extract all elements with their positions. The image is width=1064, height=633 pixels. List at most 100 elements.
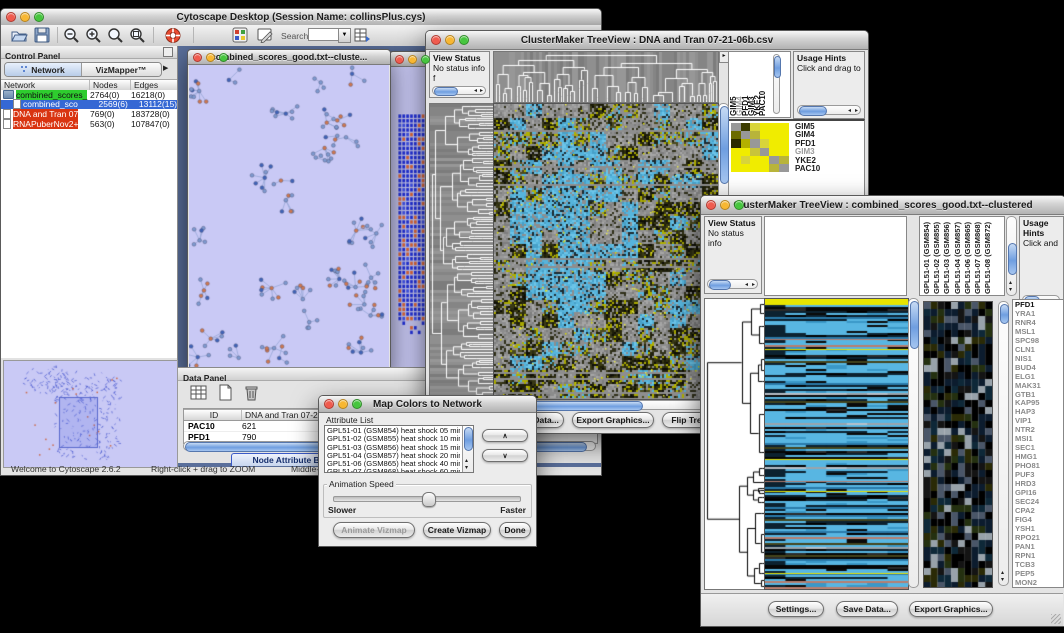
tv1-view-status: View StatusNo status info f ◂▸ (429, 51, 490, 98)
column-label[interactable]: GPL51-04 (GSM857) (953, 219, 963, 294)
minimize-button[interactable] (720, 200, 730, 210)
delete-attribute-trash-icon[interactable] (244, 384, 259, 406)
birdseye-view[interactable] (3, 360, 178, 468)
float-panel-icon[interactable] (163, 47, 173, 57)
tv2-settings-button[interactable]: Settings... (768, 601, 824, 617)
tv2-export-graphics-button[interactable]: Export Graphics... (909, 601, 993, 617)
tv2-sub-scrollbar[interactable]: ▴▾ (998, 301, 1009, 586)
treeview1-titlebar[interactable]: ClusterMaker TreeView : DNA and Tran 07-… (426, 31, 868, 50)
gene-label[interactable]: MON2 (1015, 579, 1041, 588)
zoom-button[interactable] (734, 200, 744, 210)
column-label[interactable]: GPL51-02 (GSM855) (932, 219, 942, 294)
tv2-status-scrollbar[interactable]: ◂▸ (707, 279, 758, 289)
search-dropdown-button[interactable]: ▼ (338, 28, 351, 43)
network-table-row[interactable]: combined_sco2569(6)13112(15) (1, 100, 177, 110)
gene-label[interactable]: PAC10 (795, 165, 820, 173)
minimize-button[interactable] (338, 399, 348, 409)
move-attribute-down-button[interactable]: ∨ (482, 449, 528, 462)
column-label[interactable]: GPL51-01 (GSM854) (922, 219, 932, 294)
tv2-gene-panel: PFD1YRA1RNR4MSL1SPC98CLN1NIS1BUD4ELG1MAK… (1012, 299, 1064, 588)
network-mini-icon (21, 66, 28, 73)
status-hint-zoom: Right-click + drag to ZOOM (151, 464, 255, 474)
dialog-titlebar[interactable]: Map Colors to Network (319, 396, 536, 413)
tv1-column-dendrogram[interactable] (493, 51, 719, 103)
attribute-list-item[interactable]: GPL51-07 (GSM868) heat shock 60 min (327, 468, 460, 473)
network-table-row[interactable]: RNAPuberNov2+563(0)107847(0) (1, 119, 177, 129)
column-label[interactable]: GPL51-07 (GSM868) (973, 219, 983, 294)
tab-network[interactable]: Network (5, 63, 82, 76)
tv2-row-dendrogram[interactable] (704, 298, 766, 590)
folder-icon (3, 90, 14, 99)
animation-speed-slider[interactable] (333, 496, 521, 502)
tab-vizmapper[interactable]: VizMapper™ (82, 63, 160, 76)
zoom-button[interactable] (219, 53, 228, 62)
save-session-icon[interactable] (34, 27, 50, 48)
done-button[interactable]: Done (499, 522, 531, 538)
open-file-icon[interactable] (10, 27, 28, 48)
resize-grip[interactable] (1051, 614, 1061, 624)
network-window-1[interactable]: combined_scores_good.txt--cluste... (187, 49, 391, 375)
minimize-button[interactable] (445, 35, 455, 45)
treeview2-titlebar[interactable]: ClusterMaker TreeView : combined_scores_… (701, 196, 1064, 215)
network-table-row[interactable]: DNA and Tran 07769(0)183728(0) (1, 109, 177, 119)
select-attributes-icon[interactable] (190, 384, 208, 406)
close-button[interactable] (395, 55, 404, 64)
move-attribute-up-button[interactable]: ∧ (482, 429, 528, 442)
window-controls (1, 12, 49, 22)
tv1-selected-submatrix[interactable] (731, 123, 789, 172)
column-label[interactable]: GPL51-03 (GSM856) (942, 219, 952, 294)
slider-thumb[interactable] (422, 492, 436, 507)
col-id[interactable]: ID (184, 410, 242, 420)
tv1-hints-scrollbar[interactable]: ◂▸ (797, 105, 861, 115)
close-button[interactable] (324, 399, 334, 409)
tv2-view-status: View StatusNo status info ◂▸ (704, 216, 762, 294)
import-table-icon[interactable] (354, 27, 371, 48)
tv2-save-data-button[interactable]: Save Data... (836, 601, 898, 617)
attribute-list-scrollbar[interactable]: ▴▾ (462, 426, 473, 472)
zoom-button[interactable] (352, 399, 362, 409)
minimize-button[interactable] (20, 12, 30, 22)
annotation-icon[interactable] (257, 27, 274, 48)
search-label: Search: (281, 31, 311, 41)
tv2-selected-submatrix-heatmap[interactable] (923, 301, 993, 588)
col-edges[interactable]: Edges (131, 80, 177, 90)
tab-overflow-button[interactable]: ▶ (163, 64, 168, 72)
create-vizmap-button[interactable]: Create Vizmap (423, 522, 491, 538)
close-button[interactable] (431, 35, 441, 45)
tv2-collabel-scrollbar[interactable]: ▴▾ (1006, 216, 1017, 296)
vizmapper-palette-icon[interactable] (232, 27, 248, 48)
main-titlebar[interactable]: Cytoscape Desktop (Session Name: collins… (1, 9, 601, 26)
tv2-collabel-panel: GPL51-01 (GSM854)GPL51-02 (GSM855)GPL51-… (919, 216, 1005, 296)
tv2-vscrollbar[interactable] (908, 298, 919, 588)
col-network[interactable]: Network (1, 80, 90, 90)
new-attribute-icon[interactable] (218, 384, 233, 406)
close-button[interactable] (706, 200, 716, 210)
zoom-button[interactable] (34, 12, 44, 22)
animation-speed-label: Animation Speed (327, 479, 396, 489)
minimize-button[interactable] (408, 55, 417, 64)
zoom-button[interactable] (459, 35, 469, 45)
close-button[interactable] (6, 12, 16, 22)
tv1-heatmap[interactable] (493, 103, 719, 400)
col-nodes[interactable]: Nodes (90, 80, 131, 90)
tv1-row-dendrogram[interactable] (429, 103, 495, 400)
network-view-canvas[interactable] (189, 65, 389, 372)
minimize-button[interactable] (206, 53, 215, 62)
slider-faster-label: Faster (500, 505, 526, 515)
tv1-status-scrollbar[interactable]: ◂▸ (432, 86, 486, 95)
network-table-row[interactable]: combined_scores_2764(0)16218(0) (1, 90, 177, 100)
animate-vizmap-button[interactable]: Animate Vizmap (333, 522, 415, 538)
zoom-button[interactable] (421, 55, 430, 64)
close-button[interactable] (193, 53, 202, 62)
control-panel-tabs: Network VizMapper™ (4, 62, 162, 77)
search-input[interactable] (308, 28, 340, 41)
tv2-heatmap[interactable] (764, 298, 909, 590)
column-label[interactable]: GPL51-06 (GSM865) (963, 219, 973, 294)
tv1-gene-list: GIM5GIM4PFD1GIM3YKE2PAC10 (795, 123, 820, 173)
column-label[interactable]: GPL51-08 (GSM872) (983, 219, 993, 294)
attribute-listbox[interactable]: GPL51-01 (GSM854) heat shock 05 minGPL51… (324, 425, 474, 473)
tv1-collabel-scrollbar[interactable] (773, 54, 780, 114)
column-label[interactable]: PAC10 (760, 54, 766, 116)
tv2-top-dendrogram-area[interactable] (764, 216, 907, 296)
tv1-export-graphics-button[interactable]: Export Graphics... (572, 412, 654, 428)
